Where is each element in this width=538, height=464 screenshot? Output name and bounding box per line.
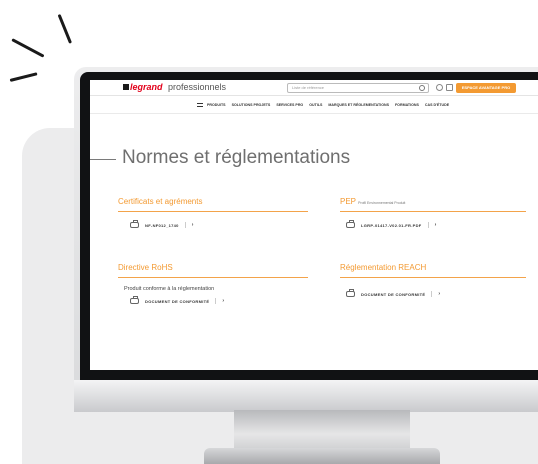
accent-line xyxy=(9,72,38,82)
document-link-rohs[interactable]: DOCUMENT DE CONFORMITÉ › xyxy=(130,296,225,304)
document-icon xyxy=(130,220,139,228)
nav-item-services[interactable]: SERVICES PRO xyxy=(276,102,303,108)
nav-item-formations[interactable]: FORMATIONS xyxy=(395,102,419,108)
logo-brand[interactable]: legrand xyxy=(130,82,163,92)
title-decoration xyxy=(90,159,116,160)
document-label: DOCUMENT DE CONFORMITÉ xyxy=(361,291,426,297)
pro-space-button[interactable]: ESPACE AVANTAGE PRO xyxy=(456,83,516,93)
section-divider xyxy=(340,211,526,212)
separator xyxy=(427,222,429,228)
accent-line xyxy=(11,38,45,58)
document-icon xyxy=(346,289,355,297)
conformity-text: Produit conforme à la réglementation xyxy=(124,286,215,292)
search-input[interactable]: Liste de référence xyxy=(287,83,429,93)
document-link-pep[interactable]: LGRP-01417-V02.01-FR.PDF › xyxy=(346,220,437,228)
document-label: DOCUMENT DE CONFORMITÉ xyxy=(145,298,210,304)
search-placeholder: Liste de référence xyxy=(292,85,325,90)
nav-item-outils[interactable]: OUTILS xyxy=(309,102,322,108)
account-icon[interactable] xyxy=(436,84,443,91)
section-title-reach: Réglementation REACH xyxy=(340,263,427,272)
separator xyxy=(184,222,186,228)
section-title-pep: PEP Profil Environnemental Produit xyxy=(340,197,405,208)
section-divider xyxy=(340,277,526,278)
page-title: Normes et réglementations xyxy=(122,147,351,168)
nav-item-cas[interactable]: CAS D'ÉTUDE xyxy=(425,102,449,108)
chevron-right-icon: › xyxy=(191,222,194,228)
monitor-chin xyxy=(74,380,538,412)
document-label: NF-NF012_1740 xyxy=(145,222,179,228)
nav-item-marques[interactable]: MARQUES ET RÉGLEMENTATIONS xyxy=(328,102,389,108)
separator xyxy=(215,298,217,304)
monitor-stand xyxy=(234,410,410,450)
section-title-pep-label: PEP xyxy=(340,197,356,206)
logo-subtitle: professionnels xyxy=(168,82,227,92)
chevron-right-icon: › xyxy=(438,291,441,297)
document-icon xyxy=(130,296,139,304)
chevron-right-icon: › xyxy=(434,222,437,228)
document-icon xyxy=(346,220,355,228)
document-link-certificat[interactable]: NF-NF012_1740 › xyxy=(130,220,194,228)
document-link-reach[interactable]: DOCUMENT DE CONFORMITÉ › xyxy=(346,289,441,297)
document-label: LGRP-01417-V02.01-FR.PDF xyxy=(361,222,422,228)
monitor-screen: legrand professionnels Liste de référenc… xyxy=(90,80,538,370)
section-subtitle-pep: Profil Environnemental Produit xyxy=(358,201,406,205)
monitor-stand-base xyxy=(204,448,440,464)
section-divider xyxy=(118,211,308,212)
main-nav: PRODUITS SOLUTIONS PROJETS SERVICES PRO … xyxy=(90,96,538,114)
nav-item-produits[interactable]: PRODUITS xyxy=(207,102,226,108)
nav-item-solutions[interactable]: SOLUTIONS PROJETS xyxy=(232,102,271,108)
accent-line xyxy=(57,13,73,44)
cart-icon[interactable] xyxy=(446,84,453,91)
section-title-rohs: Directive RoHS xyxy=(118,263,173,272)
top-bar: legrand professionnels Liste de référenc… xyxy=(90,80,538,96)
section-title-certificats: Certificats et agréments xyxy=(118,197,203,206)
logo-mark-icon xyxy=(123,84,129,90)
section-divider xyxy=(118,277,308,278)
chevron-right-icon: › xyxy=(222,298,225,304)
menu-icon[interactable] xyxy=(197,103,203,107)
search-icon[interactable] xyxy=(419,85,425,91)
separator xyxy=(431,291,433,297)
